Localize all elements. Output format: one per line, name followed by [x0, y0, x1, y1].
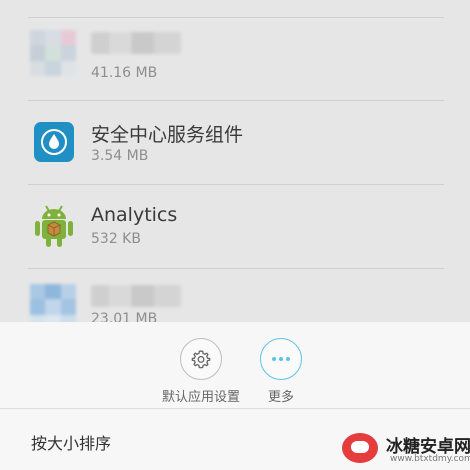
list-divider	[28, 17, 444, 18]
app-size: 3.54 MB	[91, 148, 149, 164]
android-robot-icon	[33, 203, 75, 247]
action-label: 默认应用设置	[161, 390, 240, 405]
blurred-app-name	[91, 285, 181, 307]
app-size: 41.16 MB	[91, 65, 158, 81]
security-water-drop-icon	[33, 121, 75, 163]
more-dots-icon	[260, 338, 302, 380]
action-label: 更多	[267, 390, 294, 405]
default-app-settings-button[interactable]: 默认应用设置	[156, 338, 246, 405]
app-list: 41.16 MB 安全中心服务组件 3.54 MB Analytics 532 …	[0, 0, 470, 330]
app-name: Analytics	[91, 204, 178, 226]
more-button[interactable]: 更多	[236, 338, 326, 405]
app-name: 安全中心服务组件	[91, 124, 244, 146]
gear-icon	[180, 338, 222, 380]
app-list-item[interactable]: 安全中心服务组件 3.54 MB	[0, 101, 470, 185]
app-list-item[interactable]: Analytics 532 KB	[0, 185, 470, 269]
watermark: 冰糖安卓网 www.btxtdmy.com	[336, 430, 470, 470]
sort-by-size-option[interactable]: 按大小排序	[31, 430, 111, 454]
watermark-logo-icon	[342, 433, 378, 463]
app-size: 532 KB	[91, 231, 141, 247]
app-list-item[interactable]: 41.16 MB	[0, 24, 470, 108]
blurred-app-icon	[30, 30, 76, 76]
watermark-url: www.btxtdmy.com	[390, 454, 470, 464]
blurred-app-name	[91, 32, 181, 54]
sheet-divider	[0, 408, 470, 409]
